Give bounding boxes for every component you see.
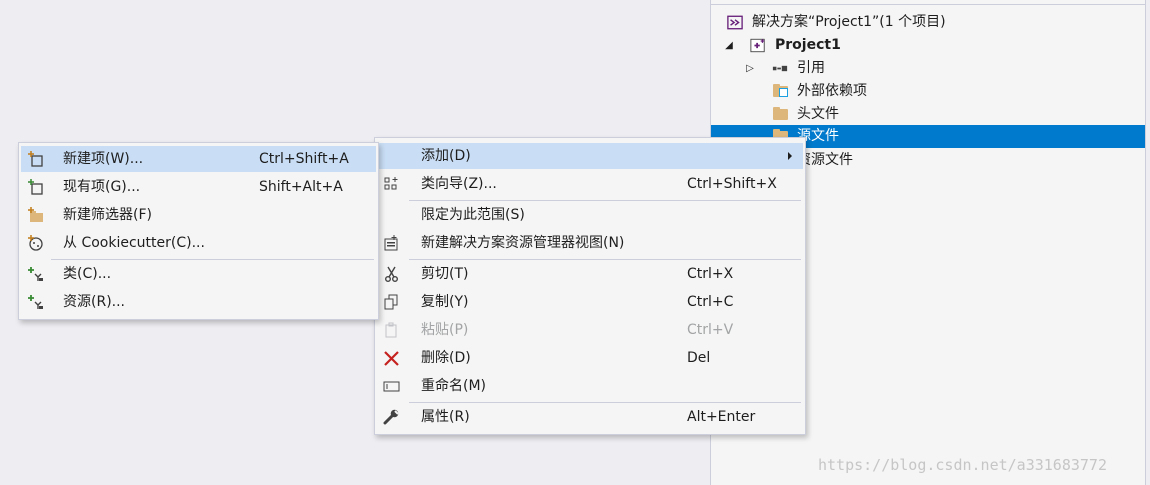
- menu-item-rename[interactable]: 重命名(M): [377, 373, 803, 399]
- menu-item-shortcut: Alt+Enter: [687, 409, 756, 425]
- cut-icon: [385, 266, 398, 282]
- menu-item-label: 复制(Y): [421, 294, 469, 310]
- tree-item-external-deps[interactable]: 外部依赖项: [711, 80, 1145, 103]
- properties-wrench-icon: [383, 409, 399, 425]
- tree-item-label: 外部依赖项: [797, 83, 867, 99]
- menu-item-add[interactable]: 添加(D): [377, 143, 803, 169]
- menu-item-label: 添加(D): [421, 148, 471, 164]
- menu-item-properties[interactable]: 属性(R) Alt+Enter: [377, 404, 803, 430]
- menu-item-shortcut: Shift+Alt+A: [259, 179, 343, 195]
- menu-item-add-resource[interactable]: 资源(R)...: [21, 289, 376, 315]
- tree-item-label: 引用: [797, 60, 825, 76]
- menu-item-shortcut: Ctrl+Shift+X: [687, 176, 777, 192]
- menu-item-label: 重命名(M): [421, 378, 487, 394]
- menu-item-cookiecutter[interactable]: 从 Cookiecutter(C)...: [21, 230, 376, 256]
- references-icon: [772, 65, 788, 72]
- menu-item-paste[interactable]: 粘贴(P) Ctrl+V: [377, 317, 803, 343]
- project-label: Project1: [775, 37, 841, 53]
- menu-item-copy[interactable]: 复制(Y) Ctrl+C: [377, 289, 803, 315]
- add-resource-icon: [28, 295, 43, 309]
- menu-item-scope-to-this[interactable]: 限定为此范围(S): [377, 202, 803, 228]
- add-submenu: 新建项(W)... Ctrl+Shift+A 现有项(G)... Shift+A…: [18, 142, 379, 320]
- solution-label: 解决方案“Project1”(1 个项目): [752, 14, 946, 30]
- cookiecutter-icon: [28, 235, 43, 251]
- collapsed-arrow-icon[interactable]: ▷: [744, 57, 756, 80]
- new-item-icon: [28, 151, 43, 167]
- copy-icon: [384, 294, 398, 310]
- folder-icon: [773, 107, 788, 120]
- tree-item-solution[interactable]: 解决方案“Project1”(1 个项目): [711, 11, 1145, 34]
- submenu-arrow-icon: [788, 152, 792, 160]
- add-class-icon: [28, 267, 43, 281]
- context-menu: 添加(D) 类向导(Z)... Ctrl+Shift+X 限定为此范围(S) 新…: [374, 137, 806, 435]
- menu-item-label: 粘贴(P): [421, 322, 469, 338]
- menu-item-label: 新建筛选器(F): [63, 207, 152, 223]
- menu-item-label: 新建项(W)...: [63, 151, 144, 167]
- menu-item-label: 资源(R)...: [63, 294, 126, 310]
- menu-item-label: 限定为此范围(S): [421, 207, 525, 223]
- menu-item-new-filter[interactable]: 新建筛选器(F): [21, 202, 376, 228]
- tree-item-project[interactable]: ◢ Project1: [711, 34, 1145, 57]
- existing-item-icon: [28, 179, 43, 195]
- menu-item-new-item[interactable]: 新建项(W)... Ctrl+Shift+A: [21, 146, 376, 172]
- menu-separator: [409, 259, 801, 260]
- external-deps-folder-icon: [773, 84, 788, 97]
- delete-icon: [384, 351, 399, 366]
- menu-item-label: 删除(D): [421, 350, 471, 366]
- tree-item-references[interactable]: ▷ 引用: [711, 57, 1145, 80]
- paste-icon: [385, 322, 397, 338]
- menu-item-delete[interactable]: 删除(D) Del: [377, 345, 803, 371]
- menu-item-new-explorer-view[interactable]: 新建解决方案资源管理器视图(N): [377, 230, 803, 256]
- menu-separator: [409, 402, 801, 403]
- menu-item-shortcut: Del: [687, 350, 711, 366]
- tree-item-header-files[interactable]: 头文件: [711, 103, 1145, 126]
- menu-item-label: 属性(R): [421, 409, 470, 425]
- menu-separator: [51, 259, 374, 260]
- menu-item-shortcut: Ctrl+V: [687, 322, 734, 338]
- solution-icon: [727, 15, 743, 30]
- tree-item-label: 头文件: [797, 106, 839, 122]
- menu-item-shortcut: Ctrl+Shift+A: [259, 151, 349, 167]
- menu-item-add-class[interactable]: 类(C)...: [21, 261, 376, 287]
- menu-item-label: 剪切(T): [421, 266, 469, 282]
- menu-item-label: 从 Cookiecutter(C)...: [63, 235, 205, 251]
- menu-item-label: 类(C)...: [63, 266, 112, 282]
- menu-item-shortcut: Ctrl+C: [687, 294, 734, 310]
- new-explorer-view-icon: [384, 235, 398, 251]
- expanded-arrow-icon[interactable]: ◢: [723, 34, 735, 57]
- cpp-project-icon: [750, 38, 765, 53]
- menu-item-shortcut: Ctrl+X: [687, 266, 734, 282]
- menu-item-label: 新建解决方案资源管理器视图(N): [421, 235, 625, 251]
- menu-item-class-wizard[interactable]: 类向导(Z)... Ctrl+Shift+X: [377, 171, 803, 197]
- watermark: https://blog.csdn.net/a331683772: [818, 456, 1107, 474]
- menu-item-existing-item[interactable]: 现有项(G)... Shift+Alt+A: [21, 174, 376, 200]
- menu-separator: [409, 200, 801, 201]
- menu-item-cut[interactable]: 剪切(T) Ctrl+X: [377, 261, 803, 287]
- rename-icon: [383, 381, 400, 392]
- class-wizard-icon: [384, 177, 398, 190]
- menu-item-label: 类向导(Z)...: [421, 176, 497, 192]
- new-filter-icon: [28, 207, 43, 222]
- panel-top-divider: [711, 0, 1145, 5]
- menu-item-label: 现有项(G)...: [63, 179, 141, 195]
